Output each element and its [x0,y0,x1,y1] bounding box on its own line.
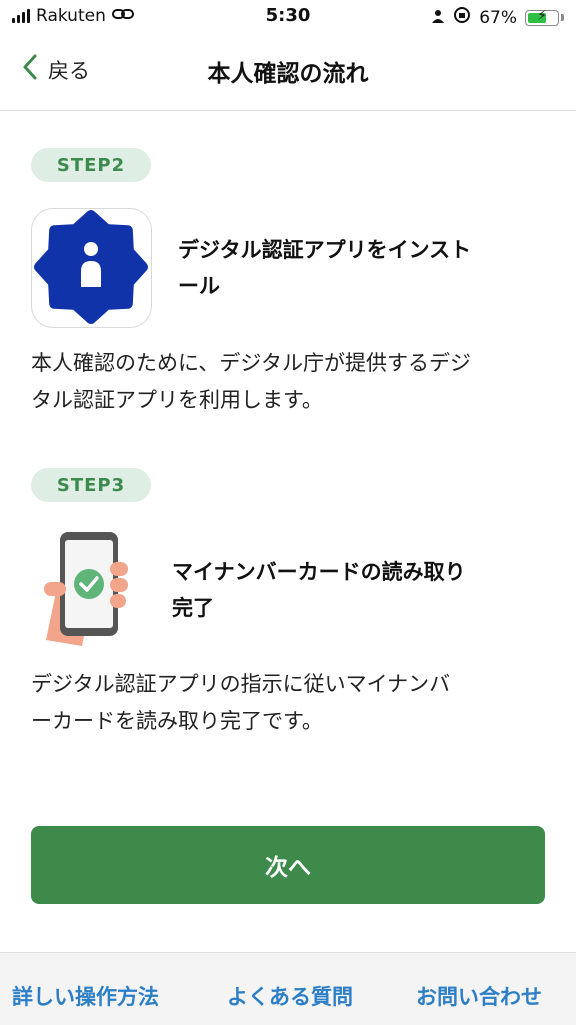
nav-bar: 戻る 本人確認の流れ [0,34,576,111]
step2-title-line2: ール [178,274,220,298]
person-icon [431,8,445,28]
status-right: 67% ⚡ [431,6,564,29]
status-bar: Rakuten 5:30 67% ⚡ [0,0,576,34]
footer-link-contact[interactable]: お問い合わせ [416,981,542,1011]
footer-link-operation-guide[interactable]: 詳しい操作方法 [12,981,159,1011]
step3-desc-line2: ーカードを読み取り完了です。 [31,709,323,733]
step2-description: 本人確認のために、デジタル庁が提供するデジ タル認証アプリを利用します。 [31,345,551,419]
rotation-lock-icon [453,6,471,29]
step2-desc-line1: 本人確認のために、デジタル庁が提供するデジ [31,351,471,375]
battery-icon: ⚡ [525,8,559,26]
next-button[interactable]: 次へ [31,826,545,904]
digital-auth-app-icon [31,208,152,328]
battery-percent: 67% [479,7,517,28]
step2-title-line1: デジタル認証アプリをインスト [178,238,472,262]
step2-desc-line2: タル認証アプリを利用します。 [31,388,323,412]
step3-desc-line1: デジタル認証アプリの指示に従いマイナンバ [31,672,451,696]
step2-title: デジタル認証アプリをインスト ール [178,232,548,304]
step3-title-line1: マイナンバーカードの読み取り [172,560,466,584]
step3-title: マイナンバーカードの読み取り 完了 [172,554,548,626]
footer-bar: 詳しい操作方法 よくある質問 お問い合わせ [0,952,576,1025]
page-title: 本人確認の流れ [207,61,369,87]
battery-cap [561,14,564,21]
step3-description: デジタル認証アプリの指示に従いマイナンバ ーカードを読み取り完了です。 [31,666,551,740]
step2-badge: STEP2 [31,148,151,182]
footer-link-faq[interactable]: よくある質問 [227,981,353,1011]
step3-badge: STEP3 [31,468,151,502]
phone-check-icon [34,522,134,652]
step3-title-line2: 完了 [172,596,214,620]
